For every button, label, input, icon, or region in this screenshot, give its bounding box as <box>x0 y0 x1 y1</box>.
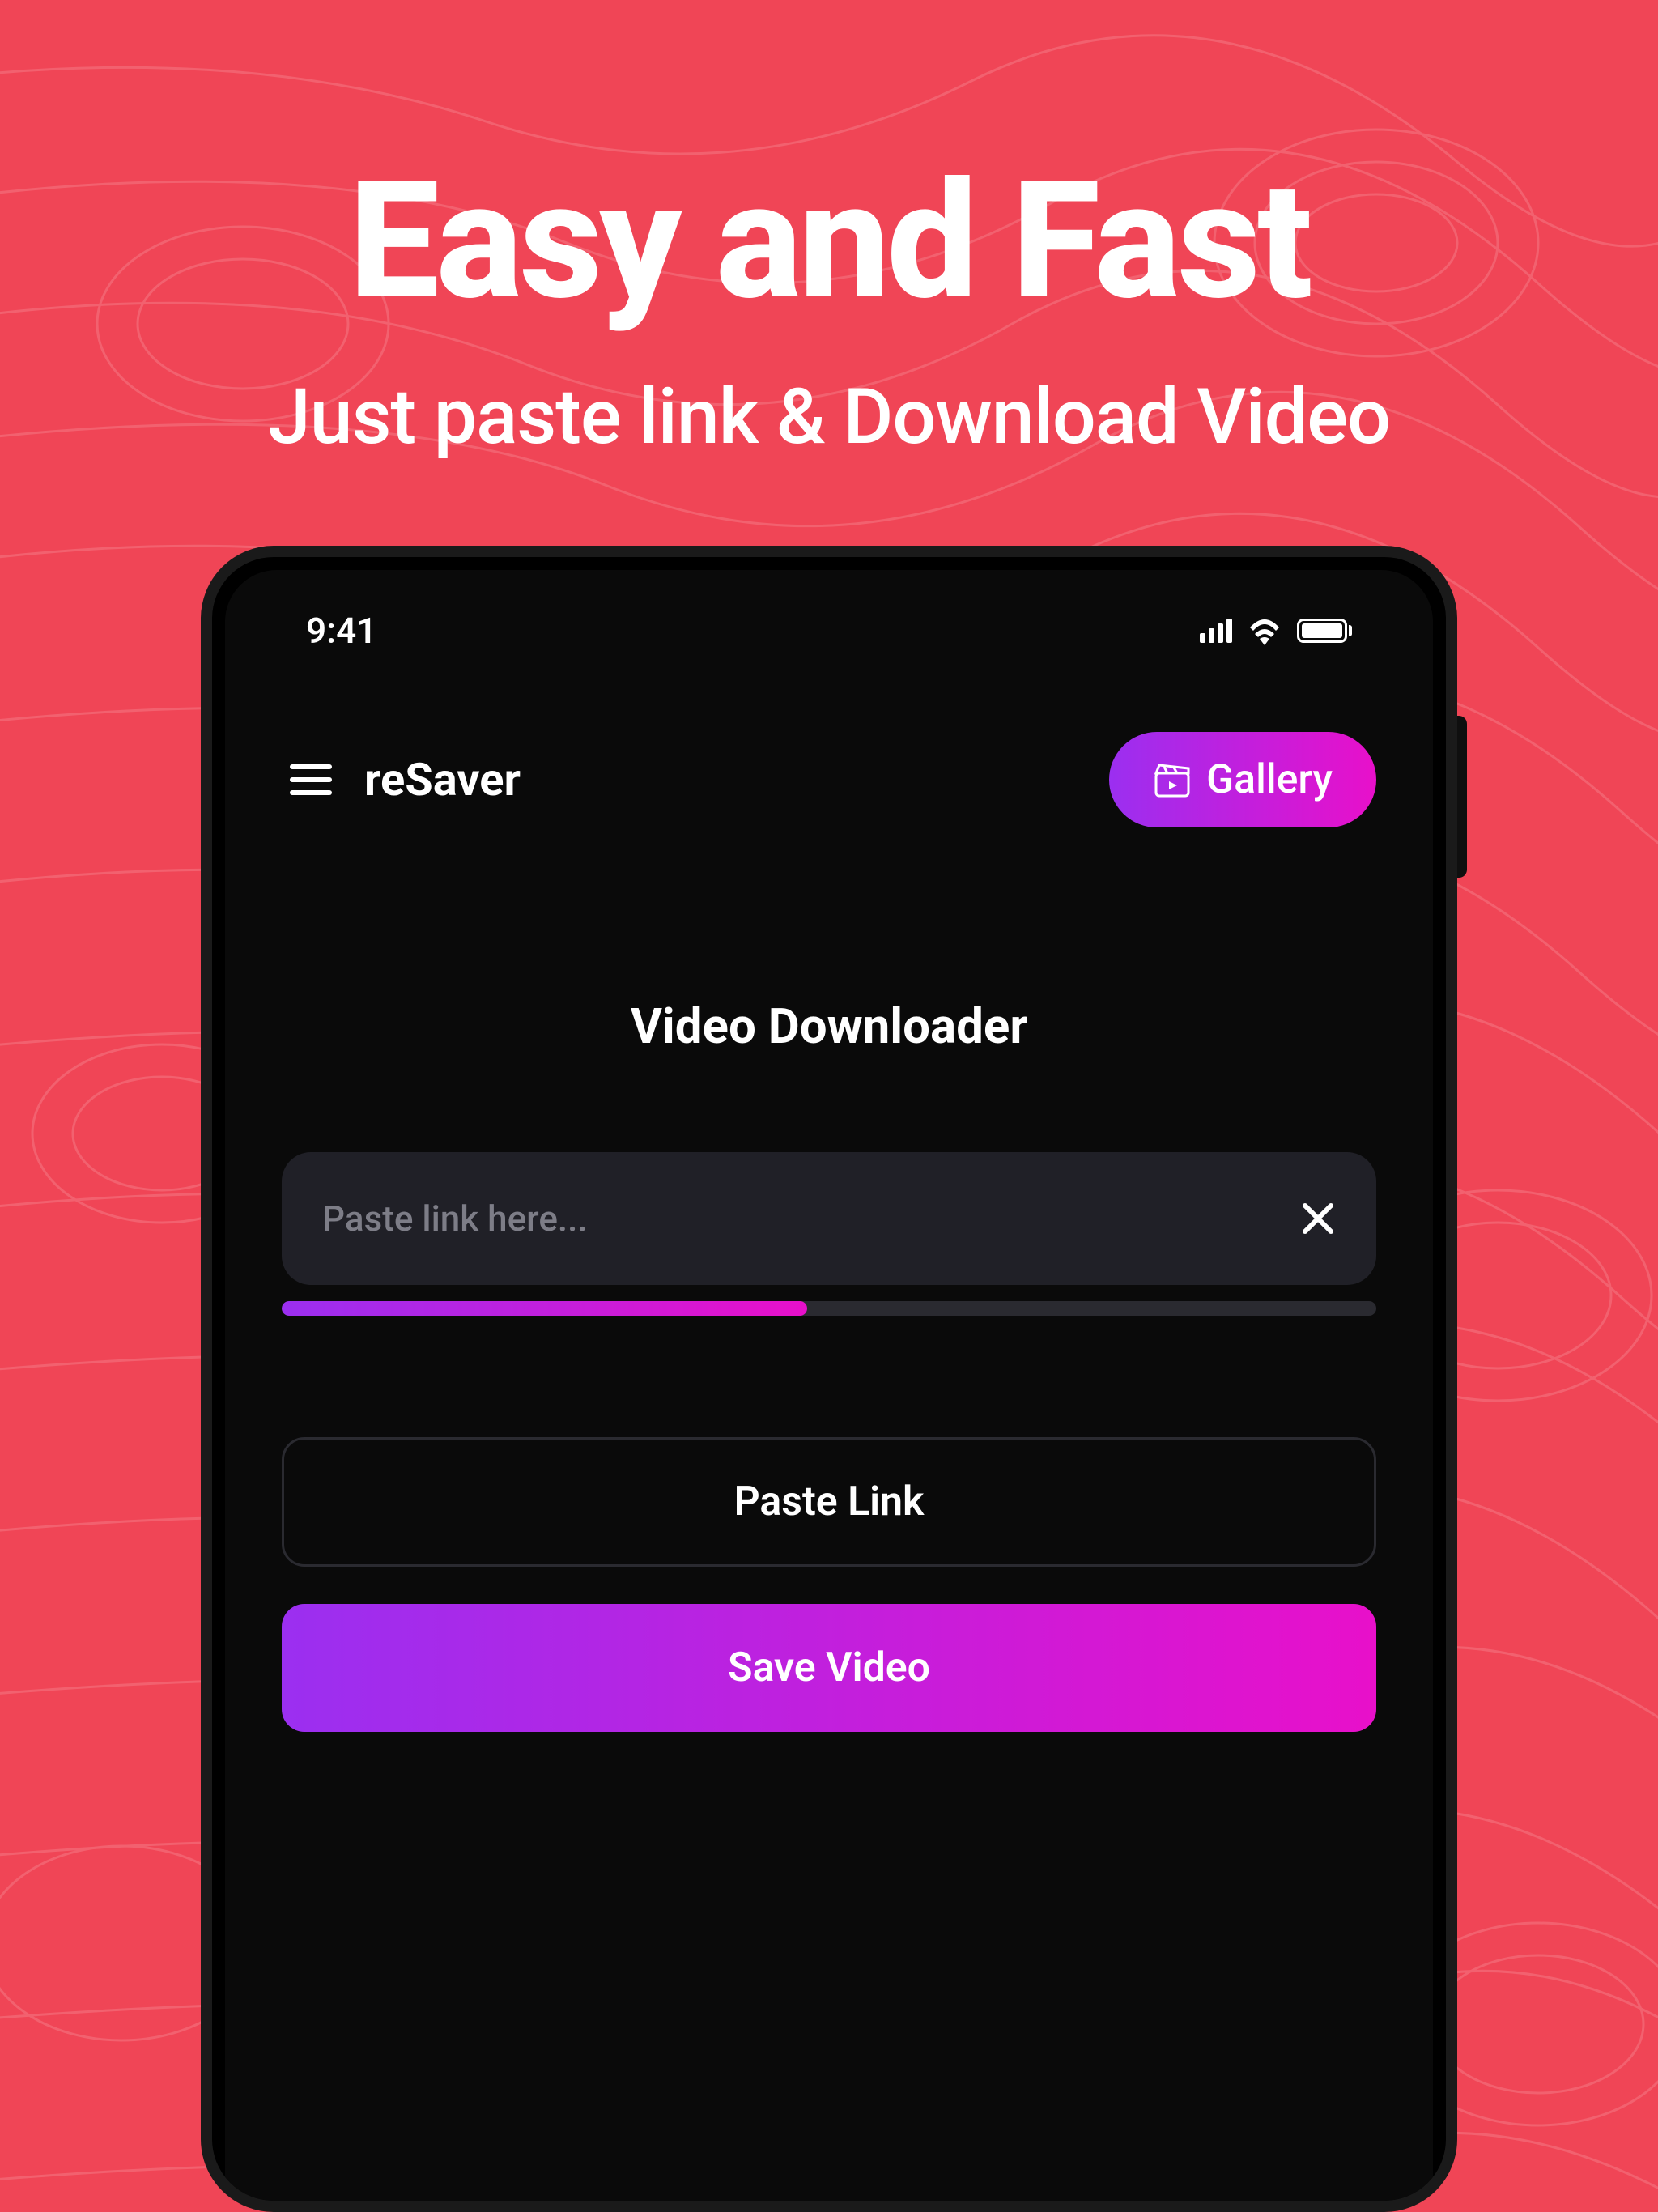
status-icons <box>1200 616 1352 645</box>
link-input[interactable]: Paste link here... <box>282 1152 1376 1285</box>
clapperboard-icon <box>1153 760 1192 799</box>
gallery-button[interactable]: Gallery <box>1109 732 1376 827</box>
device-screen: 9:41 <box>225 570 1433 2201</box>
app-title: reSaver <box>364 753 521 806</box>
link-input-placeholder: Paste link here... <box>322 1197 588 1240</box>
status-bar: 9:41 <box>282 602 1376 659</box>
device-frame: 9:41 <box>201 546 1457 2212</box>
hero-title: Easy and Fast <box>0 146 1658 336</box>
gallery-label: Gallery <box>1206 756 1333 803</box>
hero-subtitle: Just paste link & Download Video <box>0 372 1658 462</box>
signal-icon <box>1200 619 1232 643</box>
wifi-icon <box>1247 616 1282 645</box>
hamburger-menu-icon[interactable] <box>290 764 332 795</box>
progress-bar <box>282 1301 1376 1316</box>
battery-icon <box>1297 619 1352 643</box>
clear-input-icon[interactable] <box>1300 1201 1336 1236</box>
progress-fill <box>282 1301 807 1316</box>
save-video-button[interactable]: Save Video <box>282 1604 1376 1732</box>
app-header: reSaver Gallery <box>282 732 1376 827</box>
status-time: 9:41 <box>306 610 376 652</box>
section-title: Video Downloader <box>282 998 1376 1055</box>
paste-link-button[interactable]: Paste Link <box>282 1437 1376 1567</box>
